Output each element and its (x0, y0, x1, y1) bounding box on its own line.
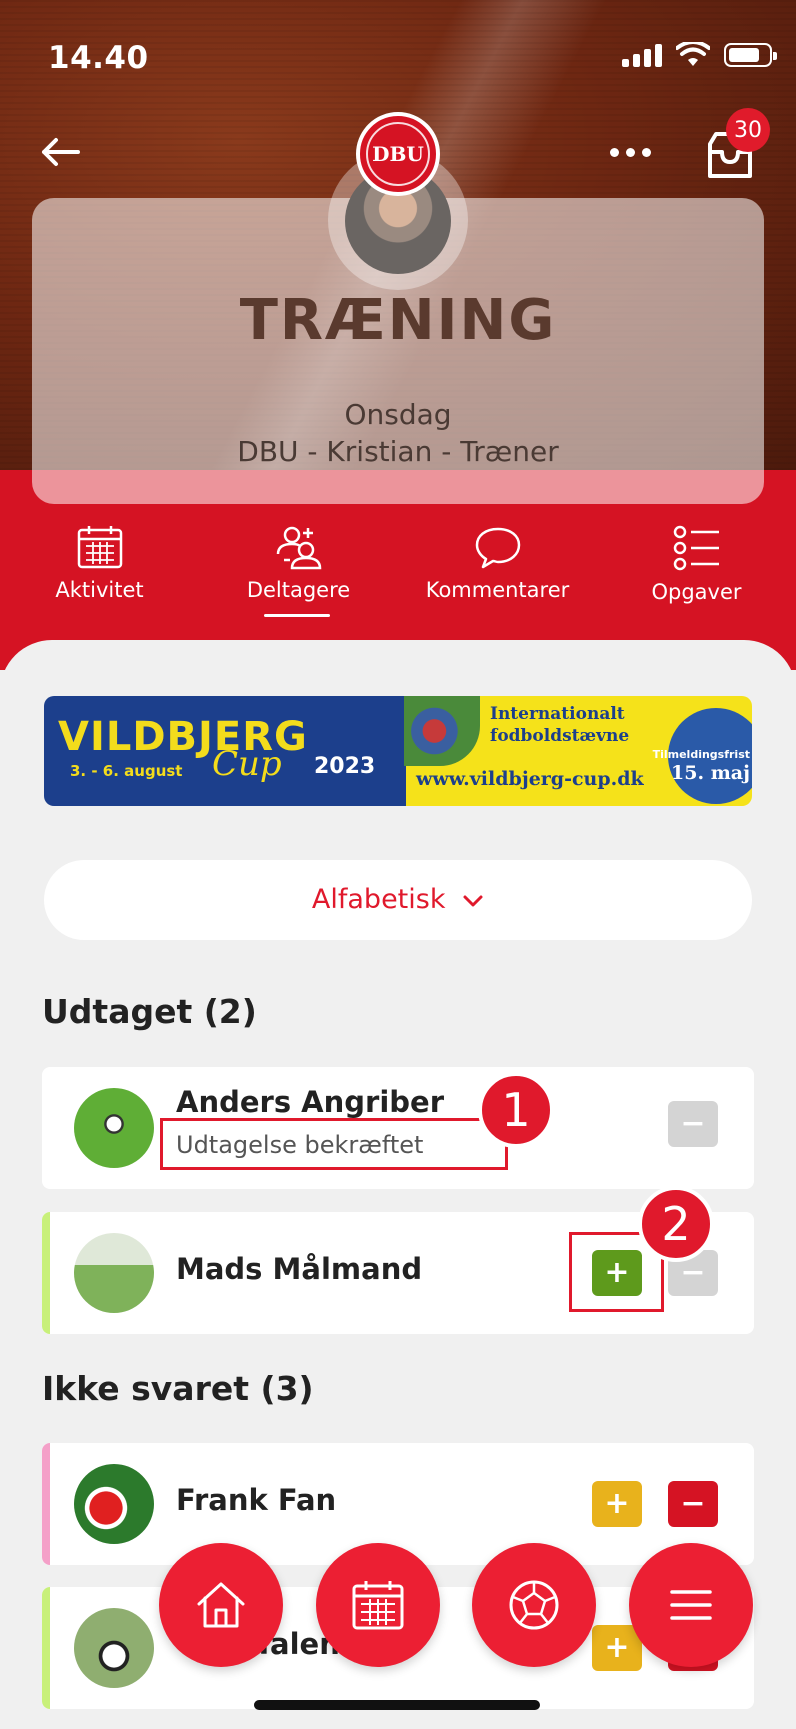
section-title-no-answer: Ikke svaret (3) (42, 1369, 314, 1408)
back-arrow-icon[interactable] (38, 132, 82, 172)
status-time: 14.40 (48, 40, 149, 76)
home-icon (197, 1582, 245, 1628)
participant-name: Mads Målmand (176, 1252, 423, 1286)
status-bar: 14.40 (0, 0, 796, 110)
banner-headline: Internationalt (490, 704, 625, 724)
status-stripe (42, 1587, 50, 1709)
tab-label: Aktivitet (55, 578, 144, 602)
banner-deadline-label: Tilmeldingsfrist (652, 748, 750, 761)
tab-label: Opgaver (651, 580, 742, 604)
menu-icon (670, 1590, 712, 1620)
signal-icon (622, 43, 662, 67)
speech-bubble-icon (475, 527, 520, 569)
avatar (74, 1088, 154, 1168)
banner-photo (404, 696, 480, 766)
tab-bar: Aktivitet Deltagere Kommentarer Opgaver (0, 520, 796, 630)
sort-label: Alfabetisk (311, 884, 446, 915)
event-title: TRÆNING (239, 288, 557, 353)
tab-tasks[interactable]: Opgaver (597, 520, 796, 620)
home-indicator (254, 1700, 540, 1710)
section-title-selected: Udtaget (2) (42, 992, 257, 1031)
annotation-highlight-1 (160, 1118, 508, 1170)
accept-button[interactable]: + (592, 1481, 642, 1527)
banner-cup: Cup (212, 744, 282, 784)
chevron-down-icon (463, 895, 483, 906)
sort-dropdown[interactable]: Alfabetisk (44, 860, 752, 940)
avatar (74, 1608, 154, 1688)
participant-name: Anders Angriber (176, 1085, 444, 1119)
advertisement-banner[interactable]: VILDBJERG 3. - 6. august Cup 2023 Intern… (44, 696, 752, 806)
tab-activity[interactable]: Aktivitet (0, 520, 199, 620)
decline-button[interactable]: − (668, 1481, 718, 1527)
calendar-icon (352, 1581, 404, 1630)
event-day: Onsdag (344, 398, 452, 431)
banner-year: 2023 (314, 754, 376, 779)
menu-button[interactable] (629, 1543, 753, 1667)
status-stripe (42, 1443, 50, 1565)
decline-button[interactable]: − (668, 1101, 718, 1147)
active-tab-indicator (264, 614, 330, 617)
avatar (74, 1464, 154, 1544)
wifi-icon (676, 42, 710, 66)
participants-icon (276, 526, 321, 570)
banner-dates: 3. - 6. august (70, 762, 183, 780)
annotation-marker-2: 2 (638, 1186, 714, 1262)
home-button[interactable] (159, 1543, 283, 1667)
notification-badge: 30 (726, 108, 770, 152)
participant-name: Frank Fan (176, 1483, 337, 1517)
annotation-marker-1: 1 (478, 1072, 554, 1148)
tab-participants[interactable]: Deltagere (199, 520, 398, 620)
event-subtitle: DBU - Kristian - Træner (237, 435, 559, 468)
banner-left: VILDBJERG 3. - 6. august Cup 2023 (44, 696, 406, 806)
tab-label: Kommentarer (425, 578, 570, 602)
task-list-icon (673, 525, 719, 571)
banner-url: www.vildbjerg-cup.dk (416, 768, 644, 790)
banner-deadline-date: 15. maj (671, 762, 750, 784)
football-button[interactable] (472, 1543, 596, 1667)
calendar-icon (77, 526, 122, 569)
banner-headline: fodboldstævne (490, 726, 630, 746)
banner-right: Internationalt fodboldstævne www.vildbje… (404, 696, 752, 806)
status-icons (622, 42, 777, 68)
more-options-icon[interactable] (610, 140, 654, 164)
tab-label: Deltagere (246, 578, 351, 602)
avatar (74, 1233, 154, 1313)
calendar-button[interactable] (316, 1543, 440, 1667)
status-stripe (42, 1212, 50, 1334)
tab-comments[interactable]: Kommentarer (398, 520, 597, 620)
dbu-logo: DBU (356, 112, 440, 196)
football-icon (509, 1580, 559, 1630)
battery-icon (724, 43, 777, 67)
